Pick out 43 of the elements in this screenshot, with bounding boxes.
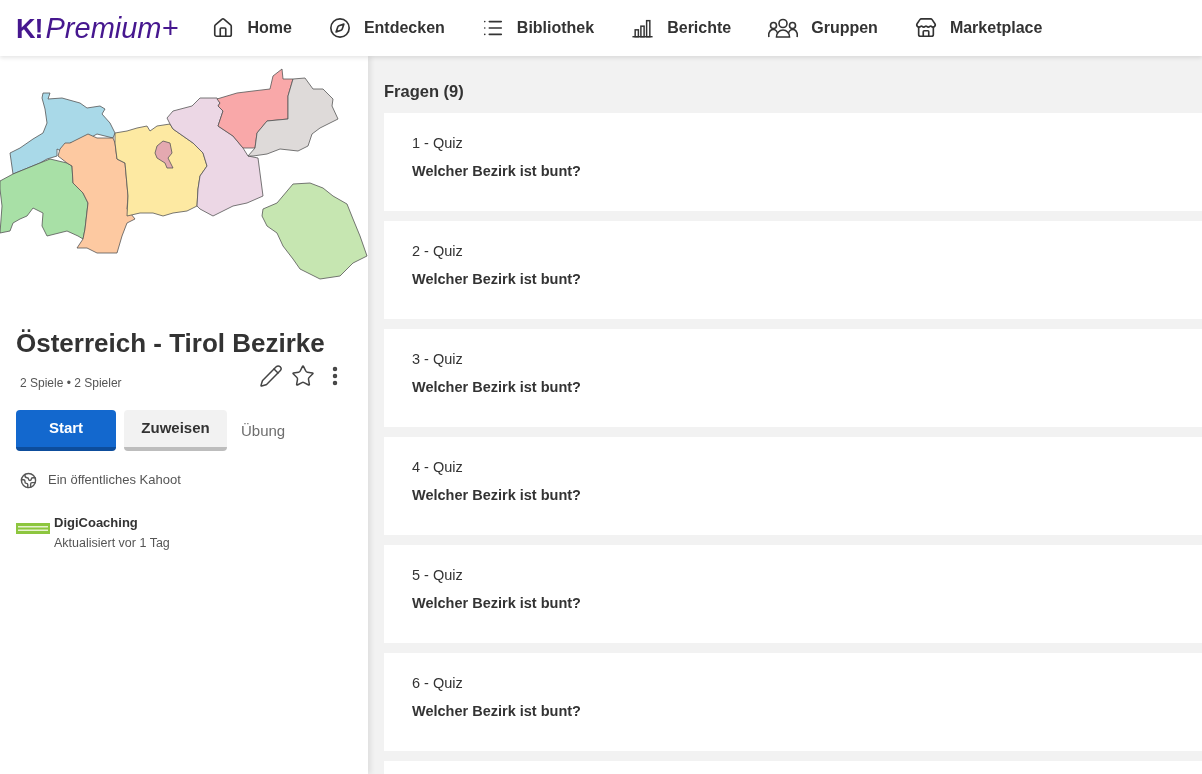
question-text: Welcher Bezirk ist bunt? xyxy=(412,378,581,397)
compass-icon xyxy=(328,17,351,39)
store-icon xyxy=(914,17,937,39)
creator-logo-icon xyxy=(16,523,50,534)
question-card[interactable]: 6 - Quiz Welcher Bezirk ist bunt? xyxy=(384,653,1202,751)
pencil-icon[interactable] xyxy=(259,364,283,388)
question-text: Welcher Bezirk ist bunt? xyxy=(412,486,581,505)
assign-button[interactable]: Zuweisen xyxy=(124,410,227,451)
question-text: Welcher Bezirk ist bunt? xyxy=(412,162,581,181)
premium-logo[interactable]: K!Premium+ xyxy=(16,11,179,45)
people-icon xyxy=(768,18,799,38)
nav-link[interactable]: Gruppen xyxy=(768,16,878,40)
start-button[interactable]: Start xyxy=(16,410,116,451)
play-stats: 2 Spiele • 2 Spieler xyxy=(20,375,122,391)
question-type-label: 6 - Quiz xyxy=(412,674,463,693)
nav-link[interactable]: Berichte xyxy=(631,16,732,40)
updated-label: Aktualisiert vor 1 Tag xyxy=(54,535,170,552)
question-card[interactable]: 2 - Quiz Welcher Bezirk ist bunt? xyxy=(384,221,1202,319)
kahoot-title: Österreich - Tirol Bezirke xyxy=(16,328,325,358)
question-card[interactable]: 3 - Quiz Welcher Bezirk ist bunt? xyxy=(384,329,1202,427)
question-text: Welcher Bezirk ist bunt? xyxy=(412,270,581,289)
question-type-label: 3 - Quiz xyxy=(412,350,463,369)
question-type-label: 5 - Quiz xyxy=(412,566,463,585)
question-text: Welcher Bezirk ist bunt? xyxy=(412,702,581,721)
home-icon xyxy=(212,17,235,39)
question-type-label: 1 - Quiz xyxy=(412,134,463,153)
nav-link[interactable]: Marketplace xyxy=(914,16,1043,40)
question-card[interactable]: 1 - Quiz Welcher Bezirk ist bunt? xyxy=(384,113,1202,211)
question-card[interactable]: 5 - Quiz Welcher Bezirk ist bunt? xyxy=(384,545,1202,643)
visibility-label: Ein öffentliches Kahoot xyxy=(48,471,181,489)
creator-name[interactable]: DigiCoaching xyxy=(54,513,170,533)
question-type-label: 2 - Quiz xyxy=(412,242,463,261)
questions-heading: Fragen (9) xyxy=(384,81,464,101)
question-type-label: 4 - Quiz xyxy=(412,458,463,477)
nav-link[interactable]: Entdecken xyxy=(328,16,445,40)
bar-chart-icon xyxy=(631,17,655,39)
nav-link[interactable]: Bibliothek xyxy=(481,16,595,40)
nav-link[interactable]: Home xyxy=(212,16,292,40)
question-text: Welcher Bezirk ist bunt? xyxy=(412,594,581,613)
practice-link[interactable]: Übung xyxy=(241,420,286,441)
star-icon[interactable] xyxy=(291,364,315,388)
question-card[interactable]: 4 - Quiz Welcher Bezirk ist bunt? xyxy=(384,437,1202,535)
globe-icon xyxy=(20,471,37,489)
